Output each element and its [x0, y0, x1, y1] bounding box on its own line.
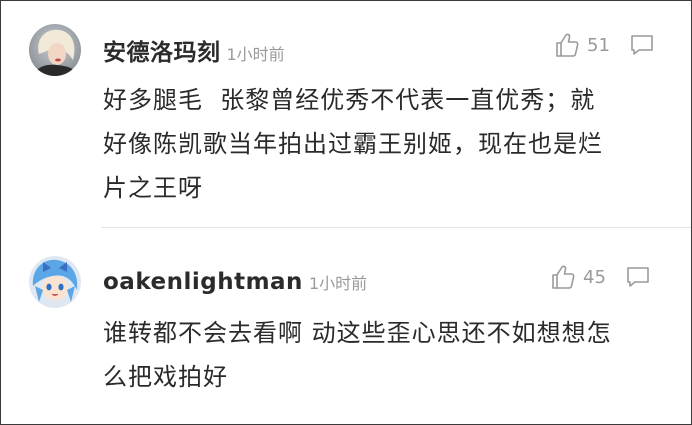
comment-item: 安德洛玛刻 1小时前 51 好多腿毛 张黎曾经优秀不代表一直优秀；就 好像陈凯歌当…: [1, 1, 691, 227]
avatar-image: [29, 24, 81, 76]
comment-text: 好多腿毛 张黎曾经优秀不代表一直优秀；就 好像陈凯歌当年拍出过霸王别姬，现在也是…: [103, 86, 603, 202]
timestamp: 1小时前: [226, 45, 285, 64]
avatar-image: [29, 256, 81, 308]
like-count: 51: [587, 34, 610, 56]
username-text[interactable]: 安德洛玛刻: [103, 40, 221, 66]
comment-list: 安德洛玛刻 1小时前 51 好多腿毛 张黎曾经优秀不代表一直优秀；就 好像陈凯歌当…: [0, 0, 692, 425]
like-count: 45: [583, 266, 606, 288]
comment-actions: 51: [553, 31, 655, 59]
avatar[interactable]: [29, 256, 81, 308]
comment-bubble-icon[interactable]: [629, 33, 655, 57]
thumbs-up-icon[interactable]: [553, 31, 581, 59]
avatar[interactable]: [29, 24, 81, 76]
username[interactable]: oakenlightman 1小时前: [103, 269, 367, 295]
thumbs-up-icon[interactable]: [549, 263, 577, 291]
comment-bubble-icon[interactable]: [625, 265, 651, 289]
timestamp: 1小时前: [308, 274, 368, 293]
comment-actions: 45: [549, 263, 651, 291]
comment-item: oakenlightman 1小时前 45 谁转都不会去看啊 动这些歪心思还不如想…: [1, 228, 691, 424]
comment-text: 谁转都不会去看啊 动这些歪心思还不如想想怎 么把戏拍好: [103, 319, 612, 391]
username[interactable]: 安德洛玛刻 1小时前: [103, 33, 285, 67]
username-text[interactable]: oakenlightman: [103, 269, 303, 295]
